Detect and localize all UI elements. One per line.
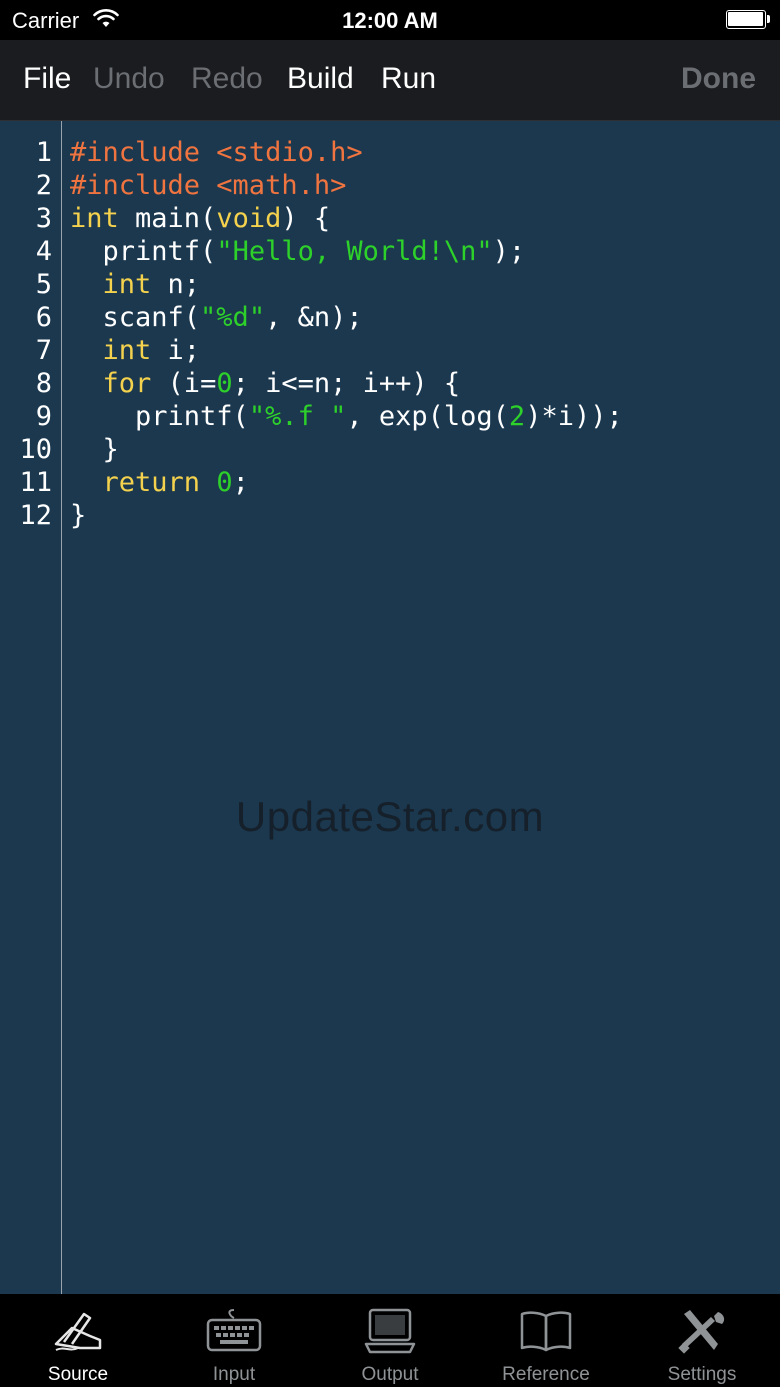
line-number: 2 (35, 170, 52, 201)
code-token: int (102, 335, 152, 366)
tab-label: Output (361, 1364, 419, 1385)
line-number: 11 (19, 467, 52, 498)
code-token: , &n); (265, 302, 363, 333)
done-button[interactable]: Done (681, 62, 756, 96)
code-token: "%d" (200, 302, 266, 333)
code-token: printf( (70, 401, 249, 432)
code-line: } (70, 433, 623, 466)
redo-button[interactable]: Redo (191, 62, 263, 96)
code-token: i; (151, 335, 201, 366)
code-token: printf( (70, 236, 217, 267)
code-token: return (102, 467, 201, 498)
code-token: #include <math.h> (70, 170, 347, 201)
battery-icon (726, 10, 770, 29)
tab-settings[interactable]: Settings (624, 1294, 780, 1387)
code-token: 2 (508, 401, 526, 432)
tab-output[interactable]: Output (312, 1294, 468, 1387)
code-token: 0 (216, 467, 233, 498)
tab-source[interactable]: Source (0, 1294, 156, 1387)
tab-input[interactable]: Input (156, 1294, 312, 1387)
code-line: return 0; (70, 466, 623, 499)
code-token: "Hello, World!\n" (216, 236, 493, 267)
file-button[interactable]: File (23, 62, 71, 96)
code-line: scanf("%d", &n); (70, 301, 623, 334)
code-token: ; (232, 467, 249, 498)
line-number: 7 (35, 335, 52, 366)
line-number: 6 (35, 302, 52, 333)
gutter-divider (61, 121, 62, 1294)
line-number: 1 (35, 137, 52, 168)
code-line: int main(void) { (70, 202, 623, 235)
tab-label: Source (47, 1364, 109, 1385)
build-button[interactable]: Build (287, 62, 354, 96)
code-token: } (70, 434, 119, 465)
code-token: , exp(log( (346, 401, 509, 432)
code-token: main( (118, 203, 217, 234)
tab-label: Input (212, 1364, 256, 1385)
line-number: 10 (19, 434, 52, 465)
code-line: printf("%.f ", exp(log(2)*i)); (70, 400, 623, 433)
code-line: int n; (70, 268, 623, 301)
code-line: printf("Hello, World!\n"); (70, 235, 623, 268)
editor-toolbar: File Undo Redo Build Run Done (0, 40, 780, 121)
computer-icon (364, 1308, 416, 1354)
line-number: 5 (35, 269, 52, 300)
source-code[interactable]: #include <stdio.h> #include <math.h> int m… (70, 136, 623, 532)
tab-bar: Source Input Output Reference Settings (0, 1294, 780, 1387)
code-line: for (i=0; i<=n; i++) { (70, 367, 623, 400)
code-token: ); (492, 236, 526, 267)
code-token: (i= (151, 368, 217, 399)
code-line: int i; (70, 334, 623, 367)
keyboard-icon (206, 1309, 262, 1352)
code-editor[interactable]: 1 2 3 4 5 6 7 8 9 10 11 12 #include <stdio.h> #inclu… (0, 121, 780, 1294)
code-token: ) { (281, 203, 331, 234)
line-number: 8 (35, 368, 52, 399)
watermark: UpdateStar.com (235, 793, 545, 840)
code-token: "%.f " (248, 401, 347, 432)
line-number: 4 (35, 236, 52, 267)
code-token: 0 (216, 368, 233, 399)
code-token: )*i)); (525, 401, 623, 432)
line-number-gutter: 1 2 3 4 5 6 7 8 9 10 11 12 (0, 136, 52, 532)
code-token: int (102, 269, 152, 300)
code-token: scanf( (70, 302, 201, 333)
code-token: } (70, 500, 87, 531)
code-token: #include <stdio.h> (70, 137, 363, 168)
status-bar: Carrier 12:00 AM (0, 0, 780, 40)
tab-label: Settings (667, 1364, 737, 1385)
line-number: 9 (35, 401, 52, 432)
line-number: 12 (19, 500, 52, 531)
run-button[interactable]: Run (381, 62, 436, 96)
book-icon (520, 1311, 572, 1352)
code-line: #include <stdio.h> (70, 136, 623, 169)
code-token: ; i<=n; i++) { (232, 368, 461, 399)
code-line: } (70, 499, 623, 532)
line-number: 3 (35, 203, 52, 234)
code-token: for (102, 368, 152, 399)
undo-button[interactable]: Undo (93, 62, 165, 96)
code-token: n; (151, 269, 201, 300)
source-pen-icon (54, 1312, 102, 1351)
code-line: #include <math.h> (70, 169, 623, 202)
code-token: void (216, 203, 282, 234)
code-token: int (70, 203, 119, 234)
tab-label: Reference (502, 1364, 590, 1385)
clock: 12:00 AM (342, 8, 438, 33)
tab-reference[interactable]: Reference (468, 1294, 624, 1387)
tools-icon (678, 1310, 725, 1354)
